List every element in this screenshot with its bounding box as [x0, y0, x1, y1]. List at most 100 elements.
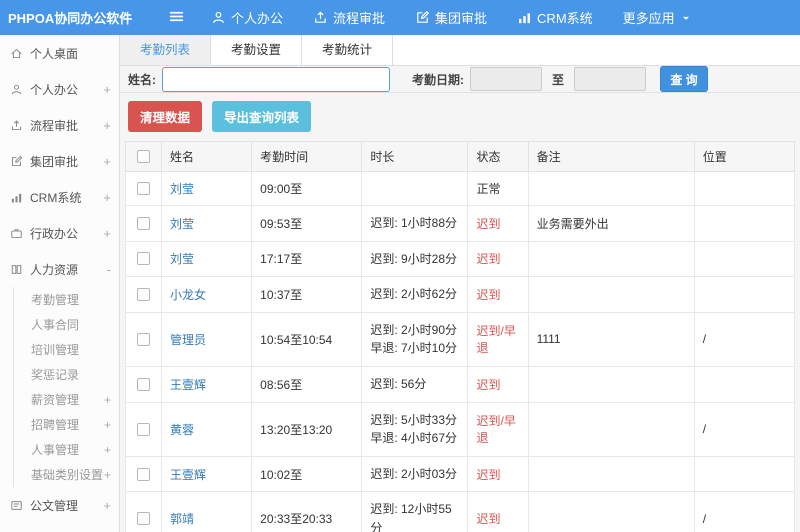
- nav-group-approval[interactable]: 集团审批: [415, 8, 487, 27]
- sidebar-item-label: 个人办公: [30, 82, 79, 97]
- duration: 迟到: 2小时03分: [361, 455, 469, 493]
- note: [527, 401, 695, 457]
- sidebar-subitem-personnel-management[interactable]: 人事管理 +: [14, 437, 119, 462]
- duration: 迟到: 56分: [361, 365, 469, 403]
- employee-name-link[interactable]: 黄蓉: [170, 423, 194, 437]
- sidebar-item-label: 个人桌面: [30, 46, 79, 61]
- sidebar-item-document-management[interactable]: 公文管理 +: [0, 487, 119, 523]
- app-logo[interactable]: PHPOA协同办公软件: [0, 8, 132, 27]
- row-checkbox[interactable]: [137, 422, 150, 436]
- employee-name-link[interactable]: 刘莹: [170, 252, 194, 266]
- sidebar-subitem-hr-contract[interactable]: 人事合同: [14, 312, 119, 337]
- status-text: 迟到: [467, 365, 529, 403]
- menu-toggle-button[interactable]: [168, 8, 185, 28]
- row-checkbox[interactable]: [137, 252, 150, 266]
- name-input[interactable]: [162, 66, 390, 92]
- tab-attendance-list[interactable]: 考勤列表: [120, 35, 212, 65]
- sidebar-subitem-attendance-management[interactable]: 考勤管理: [14, 287, 119, 312]
- sidebar-item-human-resources[interactable]: 人力资源 -: [0, 251, 119, 287]
- action-bar: 清理数据 导出查询列表: [120, 93, 800, 141]
- nav-personal-office[interactable]: 个人办公: [211, 8, 283, 27]
- sidebar-item-label: 流程审批: [30, 118, 79, 133]
- row-checkbox[interactable]: [137, 287, 150, 301]
- employee-name-link[interactable]: 王壹辉: [170, 468, 206, 482]
- user-icon: [10, 83, 23, 96]
- duration: 迟到: 9小时28分: [361, 240, 469, 278]
- nav-label: 集团审批: [435, 11, 488, 26]
- nav-label: CRM系统: [537, 11, 593, 26]
- sidebar-item-group-approval[interactable]: 集团审批 +: [0, 143, 119, 179]
- location: [693, 240, 796, 278]
- sidebar-item-vehicle-management[interactable]: 用车管理 +: [0, 523, 119, 532]
- location: /: [693, 311, 796, 367]
- sidebar-subitem-salary-management[interactable]: 薪资管理 +: [14, 387, 119, 412]
- sidebar-subitem-reward-records[interactable]: 奖惩记录: [14, 362, 119, 387]
- nav-crm-system[interactable]: CRM系统: [517, 8, 593, 27]
- expand-sign: +: [103, 153, 111, 169]
- table-row: 王壹辉 08:56至 迟到: 56分 迟到: [124, 365, 796, 403]
- table-row: 小龙女 10:37至 迟到: 2小时62分 迟到: [124, 276, 796, 313]
- select-all-checkbox[interactable]: [137, 150, 150, 163]
- date-label: 考勤日期:: [412, 72, 464, 87]
- date-to-input[interactable]: [574, 67, 647, 91]
- status-text: 迟到: [467, 205, 529, 242]
- row-checkbox[interactable]: [137, 467, 150, 481]
- flow-icon: [313, 10, 328, 25]
- duration: [361, 171, 469, 206]
- sidebar-item-workflow-approval[interactable]: 流程审批 +: [0, 107, 119, 143]
- nav-more-apps[interactable]: 更多应用: [623, 8, 692, 27]
- employee-name-link[interactable]: 刘莹: [170, 217, 194, 231]
- row-checkbox[interactable]: [137, 512, 150, 526]
- location: /: [693, 491, 796, 532]
- export-list-button[interactable]: 导出查询列表: [212, 101, 312, 132]
- nav-workflow-approval[interactable]: 流程审批: [313, 8, 385, 27]
- row-checkbox[interactable]: [137, 377, 150, 391]
- employee-name-link[interactable]: 管理员: [170, 333, 206, 347]
- sidebar-subitem-base-category-settings[interactable]: 基础类别设置 +: [14, 462, 119, 487]
- tab-bar: 考勤列表 考勤设置 考勤统计: [120, 35, 800, 66]
- clean-data-button[interactable]: 清理数据: [128, 101, 203, 132]
- col-header-note: 备注: [527, 141, 695, 172]
- nav-label: 个人办公: [231, 11, 284, 26]
- sidebar-item-personal-desktop[interactable]: 个人桌面: [0, 35, 119, 71]
- attendance-time: 09:00至: [251, 171, 363, 206]
- tab-attendance-settings[interactable]: 考勤设置: [211, 35, 303, 65]
- employee-name-link[interactable]: 王壹辉: [170, 378, 206, 392]
- note: [527, 240, 695, 278]
- edit-icon: [10, 155, 23, 168]
- note: 业务需要外出: [527, 205, 695, 242]
- table-row: 刘莹 09:00至 正常: [124, 171, 796, 206]
- sidebar: 个人桌面 个人办公 + 流程审批 + 集团审批 + CRM系统 + 行政办公 +: [0, 35, 120, 532]
- sidebar-item-crm[interactable]: CRM系统 +: [0, 179, 119, 215]
- flow-icon: [10, 119, 23, 132]
- search-button[interactable]: 查 询: [660, 66, 709, 92]
- row-checkbox[interactable]: [137, 182, 150, 195]
- duration: 迟到: 1小时88分: [361, 205, 469, 242]
- attendance-time: 10:02至: [251, 455, 363, 493]
- employee-name-link[interactable]: 小龙女: [170, 288, 206, 302]
- col-header-duration: 时长: [361, 141, 469, 172]
- table-row: 刘莹 09:53至 迟到: 1小时88分 迟到 业务需要外出: [124, 205, 796, 242]
- expand-sign: +: [103, 81, 111, 97]
- sidebar-item-label: 行政办公: [30, 226, 79, 241]
- row-checkbox[interactable]: [137, 216, 150, 230]
- sidebar-subitem-label: 培训管理: [31, 343, 80, 357]
- nav-label: 流程审批: [333, 11, 386, 26]
- note: [527, 365, 695, 403]
- home-icon: [10, 47, 23, 60]
- employee-name-link[interactable]: 刘莹: [170, 182, 194, 196]
- employee-name-link[interactable]: 郭靖: [170, 512, 194, 526]
- sidebar-item-admin-office[interactable]: 行政办公 +: [0, 215, 119, 251]
- row-checkbox[interactable]: [137, 332, 150, 346]
- date-from-input[interactable]: [470, 67, 542, 91]
- sidebar-item-personal-office[interactable]: 个人办公 +: [0, 71, 119, 107]
- status-text: 迟到/早退: [467, 401, 529, 457]
- top-navigation: 个人办公 流程审批 集团审批 CRM系统 更多应用: [211, 8, 722, 27]
- location: /: [693, 401, 796, 457]
- col-header-time: 考勤时间: [251, 141, 363, 172]
- sidebar-subitem-training-management[interactable]: 培训管理: [14, 337, 119, 362]
- tab-attendance-statistics[interactable]: 考勤统计: [302, 35, 394, 65]
- table-header-row: 姓名 考勤时间 时长 状态 备注 位置: [124, 141, 796, 172]
- sidebar-subitem-recruitment-management[interactable]: 招聘管理 +: [14, 412, 119, 437]
- attendance-table-container: 姓名 考勤时间 时长 状态 备注 位置 刘莹 09:00至 正常 刘莹 09:5…: [124, 141, 796, 532]
